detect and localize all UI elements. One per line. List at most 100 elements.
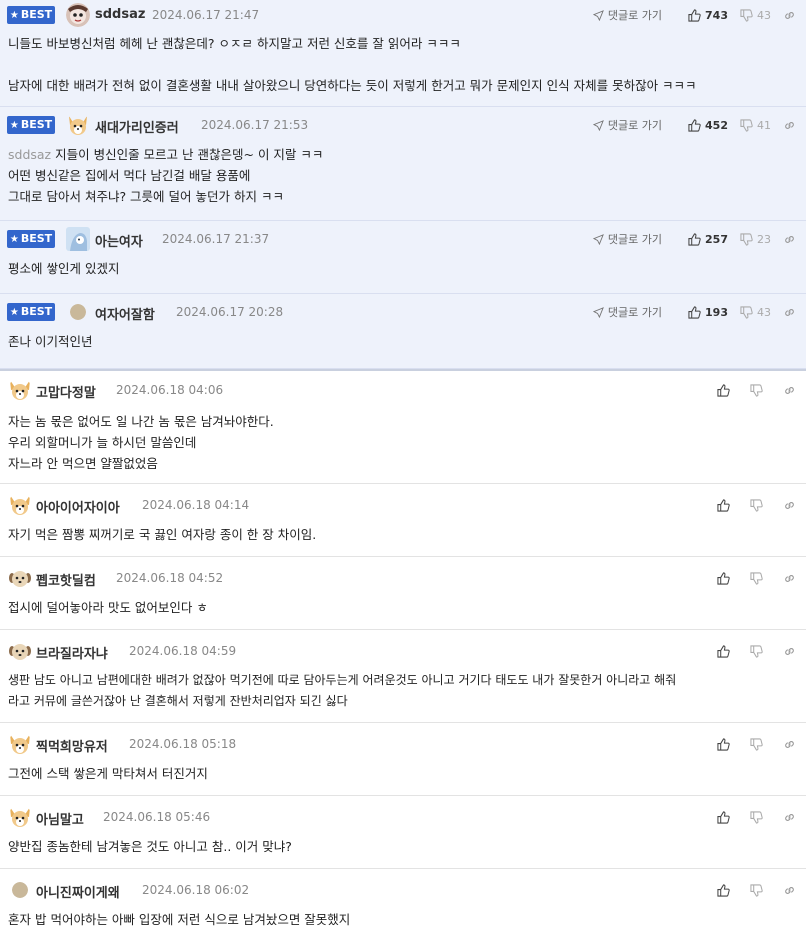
thumbs-up-icon	[688, 8, 701, 22]
downvote-button[interactable]	[750, 498, 767, 512]
share-button[interactable]	[783, 233, 800, 246]
timestamp: 2024.06.18 05:18	[129, 737, 237, 751]
nickname[interactable]: sddsaz	[95, 7, 145, 22]
timestamp: 2024.06.18 05:46	[103, 810, 211, 824]
avatar	[66, 3, 90, 27]
avatar	[12, 882, 28, 898]
upvote-button[interactable]: 257	[688, 233, 728, 246]
share-button[interactable]	[783, 306, 800, 319]
goto-reply-link[interactable]: 댓글로 가기	[592, 304, 662, 320]
thumbs-up-icon	[688, 305, 701, 319]
nickname[interactable]: 고맙다정말	[36, 382, 96, 401]
thumbs-down-icon	[740, 305, 753, 319]
thumbs-up-icon	[688, 232, 701, 246]
send-icon	[592, 119, 604, 131]
mention[interactable]: sddsaz	[8, 147, 51, 162]
best-badge: ★ BEST	[7, 116, 55, 134]
link-icon	[785, 386, 794, 394]
best-comment: ★ BEST sddsaz 2024.06.17 21:47 댓글로 가기 743…	[0, 0, 806, 107]
upvote-button[interactable]: 193	[688, 306, 728, 319]
nickname[interactable]: 여자어잘함	[95, 304, 155, 323]
upvote-button[interactable]	[717, 383, 734, 397]
comment-body: 평소에 쌓인게 있겠지	[8, 261, 120, 276]
comment-list: ★ BEST sddsaz 2024.06.17 21:47 댓글로 가기 743…	[0, 0, 806, 937]
goto-reply-link[interactable]: 댓글로 가기	[592, 117, 662, 133]
comment-body: sddsaz 지들이 병신인줄 모르고 난 괜찮은뎅~ 이 지랄 ㅋㅋ 어떤 병신…	[8, 147, 324, 204]
share-button[interactable]	[783, 884, 800, 897]
share-button[interactable]	[783, 119, 800, 132]
share-button[interactable]	[783, 499, 800, 512]
downvote-button[interactable]	[750, 644, 767, 658]
nickname[interactable]: 아니진짜이게왜	[36, 882, 120, 901]
nickname[interactable]: 새대가리인증러	[95, 117, 179, 136]
link-icon	[785, 308, 794, 316]
upvote-button[interactable]	[717, 810, 734, 824]
share-button[interactable]	[783, 645, 800, 658]
upvote-button[interactable]	[717, 737, 734, 751]
upvote-button[interactable]	[717, 498, 734, 512]
timestamp: 2024.06.18 04:52	[116, 571, 224, 585]
nickname[interactable]: 아는여자	[95, 231, 143, 250]
send-icon	[592, 306, 604, 318]
best-badge: ★ BEST	[7, 6, 55, 24]
downvote-button[interactable]	[750, 883, 767, 897]
nickname[interactable]: 아아이어자이아	[36, 497, 120, 516]
comment-actions	[705, 642, 800, 660]
send-icon	[592, 9, 604, 21]
star-icon: ★	[9, 307, 19, 318]
comment-body: 자는 놈 몫은 없어도 일 나간 놈 몫은 남겨놔야한다. 우리 외할머니가 늘 …	[8, 414, 274, 471]
downvote-button[interactable]: 43	[740, 306, 771, 319]
comment: 고맙다정말 2024.06.18 04:06 자는 놈 몫은 없어도 일 나간 …	[0, 369, 806, 484]
downvote-button[interactable]	[750, 737, 767, 751]
downvote-button[interactable]: 43	[740, 9, 771, 22]
star-icon: ★	[9, 234, 19, 245]
comment-body: 존나 이기적인년	[8, 334, 93, 349]
share-button[interactable]	[783, 572, 800, 585]
downvote-button[interactable]: 23	[740, 233, 771, 246]
upvote-button[interactable]	[717, 883, 734, 897]
comment-actions	[705, 881, 800, 899]
nickname[interactable]: 브라질라자냐	[36, 643, 108, 662]
comment-actions	[705, 496, 800, 514]
link-icon	[785, 647, 794, 655]
comment-actions: 댓글로 가기 257 23	[592, 230, 800, 248]
thumbs-up-icon	[717, 571, 730, 585]
upvote-button[interactable]: 452	[688, 119, 728, 132]
link-icon	[785, 740, 794, 748]
timestamp: 2024.06.18 06:02	[142, 883, 250, 897]
goto-reply-link[interactable]: 댓글로 가기	[592, 231, 662, 247]
comment-body: 니들도 바보병신처럼 헤헤 난 괜찮은데? ㅇㅈㄹ 하지말고 저런 신호를 잘 …	[8, 36, 697, 93]
nickname[interactable]: 찍먹희망유저	[36, 736, 108, 755]
thumbs-up-icon	[717, 498, 730, 512]
comment-body: 그전에 스택 쌓은게 막타쳐서 터진거지	[8, 766, 208, 781]
upvote-button[interactable]	[717, 571, 734, 585]
best-badge: ★ BEST	[7, 230, 55, 248]
nickname[interactable]: 아님말고	[36, 809, 84, 828]
avatar	[8, 378, 32, 402]
avatar	[66, 113, 90, 137]
timestamp: 2024.06.17 21:37	[162, 232, 270, 246]
share-button[interactable]	[783, 384, 800, 397]
comment: 아님말고 2024.06.18 05:46 양반집 종놈한테 남겨놓은 것도 아…	[0, 796, 806, 869]
comment-actions	[705, 735, 800, 753]
thumbs-up-icon	[717, 737, 730, 751]
avatar	[8, 805, 32, 829]
nickname[interactable]: 펩코핫딜컴	[36, 570, 96, 589]
comment-body: 접시에 덜어놓아라 맛도 없어보인다 ㅎ	[8, 600, 208, 615]
upvote-button[interactable]	[717, 644, 734, 658]
downvote-button[interactable]	[750, 810, 767, 824]
upvote-button[interactable]: 743	[688, 9, 728, 22]
share-button[interactable]	[783, 9, 800, 22]
downvote-button[interactable]	[750, 571, 767, 585]
thumbs-down-icon	[750, 810, 763, 824]
send-icon	[592, 233, 604, 245]
star-icon: ★	[9, 120, 19, 131]
downvote-button[interactable]	[750, 383, 767, 397]
link-icon	[785, 501, 794, 509]
comment-actions: 댓글로 가기 193 43	[592, 303, 800, 321]
goto-reply-link[interactable]: 댓글로 가기	[592, 7, 662, 23]
share-button[interactable]	[783, 811, 800, 824]
comment-body: 자기 먹은 짬뽕 찌꺼기로 국 끓인 여자랑 종이 한 장 차이임.	[8, 527, 317, 542]
share-button[interactable]	[783, 738, 800, 751]
downvote-button[interactable]: 41	[740, 119, 771, 132]
